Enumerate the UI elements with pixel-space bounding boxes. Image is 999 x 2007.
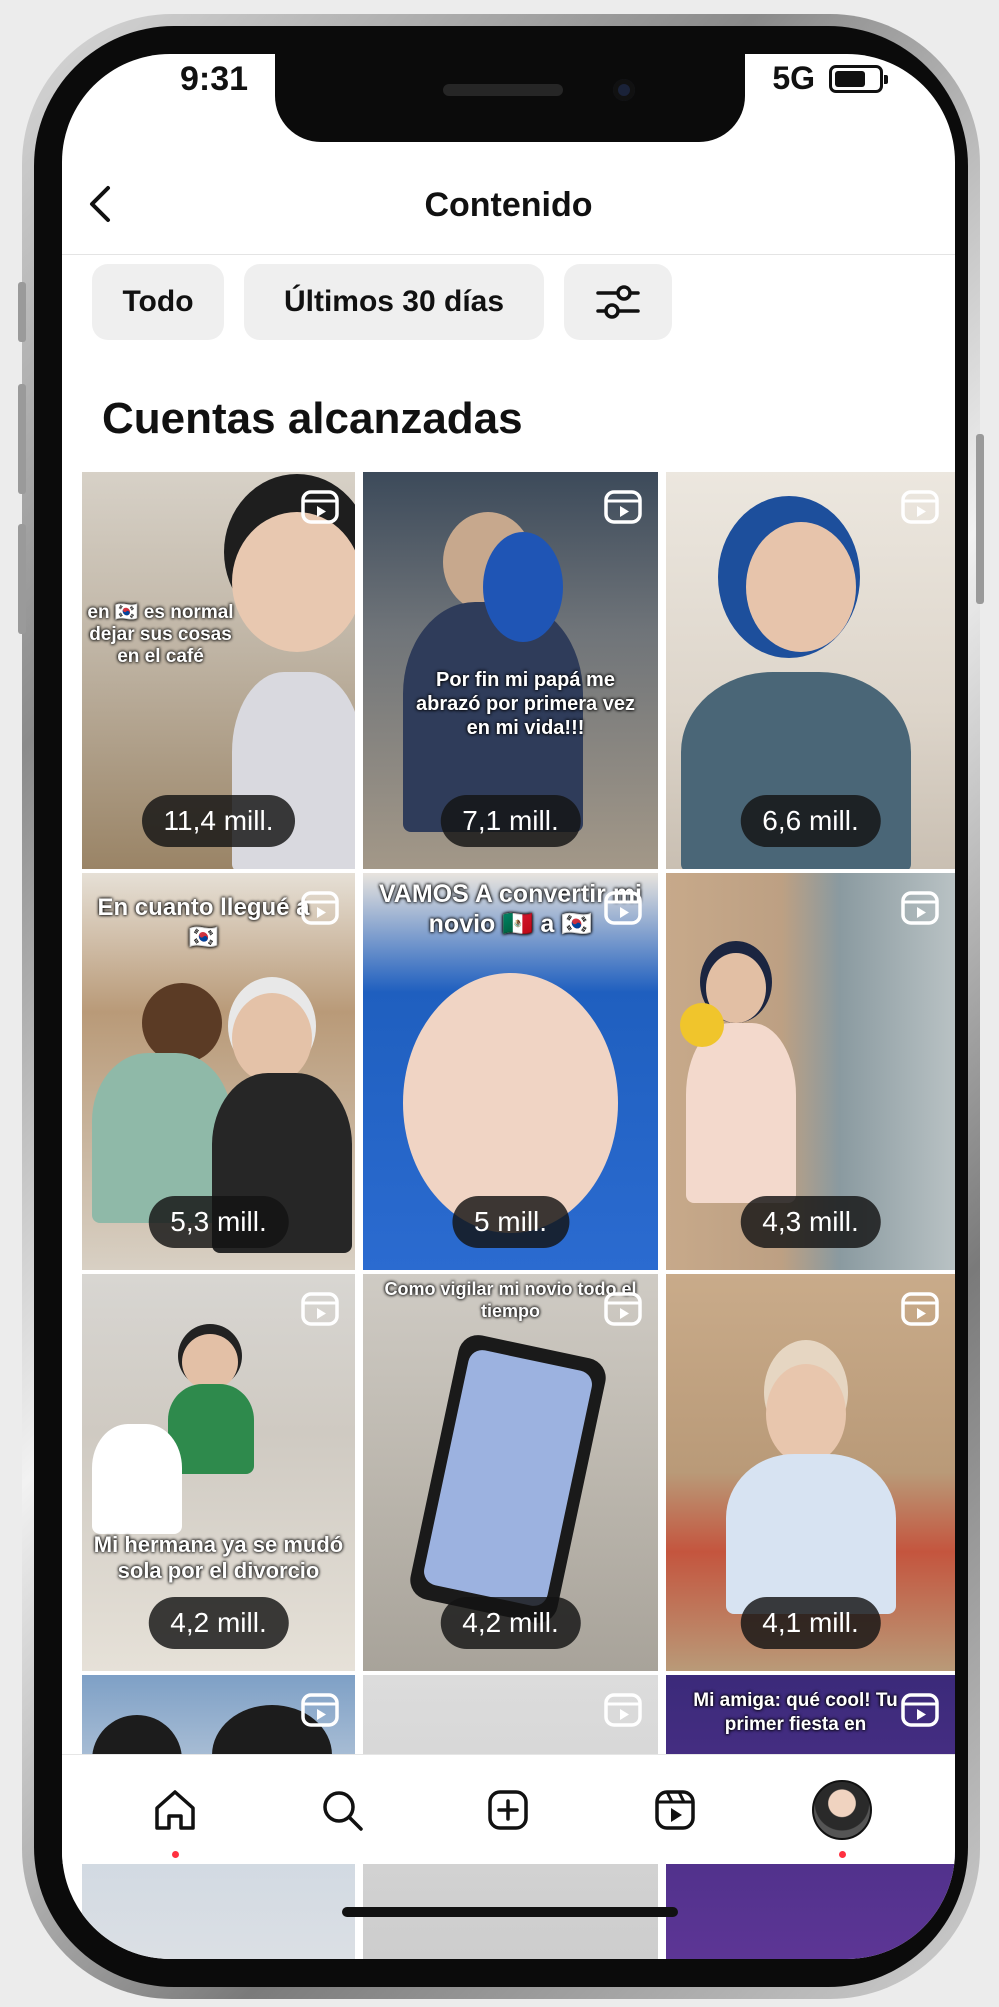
power-button: [976, 434, 984, 604]
reel-tile[interactable]: en 🇰🇷 es normal dejar sus cosas en el ca…: [82, 472, 355, 869]
reels-icon: [604, 490, 642, 524]
network-label: 5G: [772, 60, 815, 96]
reach-count: 7,1 mill.: [440, 795, 581, 847]
reels-icon: [301, 490, 339, 524]
profile-avatar: [811, 1779, 872, 1840]
reel-tile[interactable]: Mi hermana ya se mudó sola por el divorc…: [82, 1274, 355, 1671]
status-time: 9:31: [180, 60, 249, 98]
reel-tile[interactable]: VAMOS A convertir mi novio 🇲🇽 a 🇰🇷 5 mil…: [363, 873, 658, 1270]
reach-count: 4,1 mill.: [740, 1597, 881, 1649]
reels-icon: [901, 1693, 939, 1727]
reel-tile[interactable]: En cuanto llegué a 🇰🇷 5,3 mill.: [82, 873, 355, 1270]
reel-tile[interactable]: 4,1 mill.: [666, 1274, 955, 1671]
home-icon: [155, 1789, 196, 1830]
reels-icon: [604, 1292, 642, 1326]
notification-dot: [838, 1850, 846, 1858]
tab-reels[interactable]: [645, 1780, 705, 1840]
home-indicator: [342, 1907, 678, 1917]
notch: [275, 54, 745, 142]
reels-icon: [655, 1789, 695, 1830]
reel-thumbnail: [182, 1334, 238, 1390]
reels-icon: [301, 891, 339, 925]
reel-caption: En cuanto llegué a 🇰🇷: [97, 894, 310, 951]
filter-settings-button[interactable]: [564, 264, 672, 340]
header: Contenido: [62, 154, 955, 255]
reach-count: 11,4 mill.: [141, 795, 296, 847]
reels-icon: [604, 891, 642, 925]
reels-icon: [301, 1292, 339, 1326]
notification-dot: [172, 1850, 180, 1858]
reel-tile[interactable]: Por fin mi papá me abrazó por primera ve…: [363, 472, 658, 869]
tab-search[interactable]: [312, 1780, 372, 1840]
reel-thumbnail: [403, 973, 618, 1233]
reels-icon: [901, 1292, 939, 1326]
tab-home[interactable]: [145, 1780, 205, 1858]
tab-create[interactable]: [478, 1780, 538, 1840]
front-camera: [613, 79, 635, 101]
tab-profile[interactable]: [811, 1779, 872, 1858]
filter-bar: Todo Últimos 30 días: [92, 264, 672, 340]
reels-icon: [604, 1693, 642, 1727]
search-icon: [323, 1790, 363, 1831]
volume-up-button: [18, 384, 26, 494]
reels-icon: [301, 1693, 339, 1727]
battery-icon: [829, 64, 888, 93]
reel-tile[interactable]: Como vigilar mi novio todo el tiempo 4,2…: [363, 1274, 658, 1671]
reach-count: 6,6 mill.: [740, 795, 881, 847]
reel-thumbnail: [142, 983, 222, 1063]
reels-grid: en 🇰🇷 es normal dejar sus cosas en el ca…: [82, 472, 955, 1959]
reel-thumbnail: [232, 512, 355, 652]
sliders-icon: [596, 285, 640, 319]
reel-tile[interactable]: 6,6 mill.: [666, 472, 955, 869]
reel-caption: en 🇰🇷 es normal dejar sus cosas en el ca…: [87, 602, 234, 667]
page-title: Contenido: [424, 186, 593, 224]
reach-count: 5 mill.: [451, 1196, 570, 1248]
reel-thumbnail: [746, 522, 856, 652]
create-icon: [488, 1789, 529, 1830]
reel-caption: Como vigilar mi novio todo el tiempo: [384, 1279, 637, 1321]
reach-count: 4,3 mill.: [740, 1196, 881, 1248]
reel-caption: Mi hermana ya se mudó sola por el divorc…: [93, 1532, 344, 1583]
reels-icon: [901, 490, 939, 524]
tab-bar: [62, 1754, 955, 1864]
filter-period-chip[interactable]: Últimos 30 días: [244, 264, 544, 340]
status-right: 5G: [772, 60, 888, 97]
reach-count: 4,2 mill.: [148, 1597, 289, 1649]
reach-count: 5,3 mill.: [148, 1196, 289, 1248]
section-title: Cuentas alcanzadas: [102, 394, 523, 443]
phone-screen: 9:31 5G Contenido Todo Últimos 30 días C…: [62, 54, 955, 1959]
speaker-grille: [443, 84, 563, 96]
reach-count: 4,2 mill.: [440, 1597, 581, 1649]
reel-tile[interactable]: 4,3 mill.: [666, 873, 955, 1270]
reels-icon: [901, 891, 939, 925]
mute-switch: [18, 282, 26, 342]
filter-all-chip[interactable]: Todo: [92, 264, 224, 340]
reel-caption: Por fin mi papá me abrazó por primera ve…: [416, 669, 635, 739]
reel-thumbnail: [766, 1364, 846, 1464]
volume-down-button: [18, 524, 26, 634]
reel-caption: Mi amiga: qué cool! Tu primer fiesta en: [693, 1690, 898, 1735]
